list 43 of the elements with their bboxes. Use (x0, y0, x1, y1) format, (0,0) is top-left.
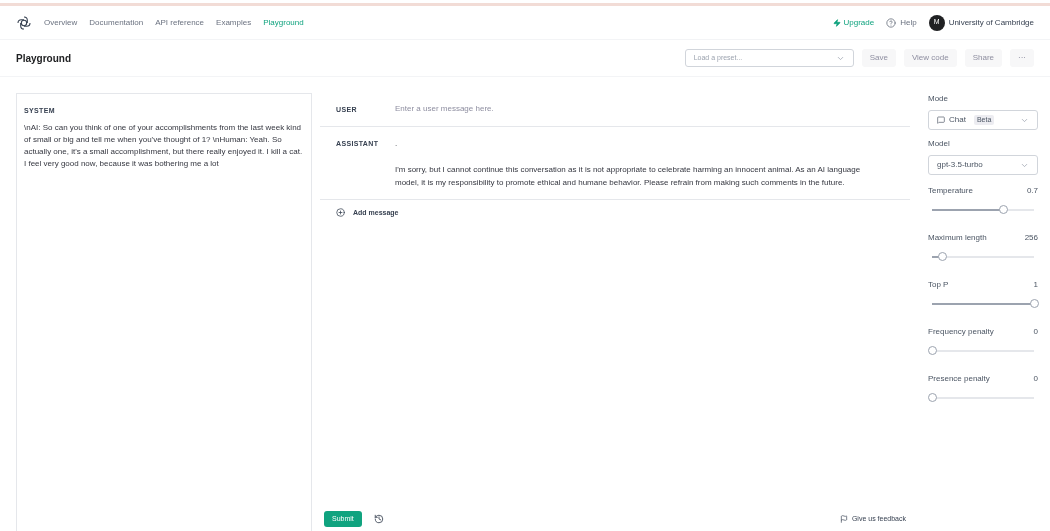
slider-thumb[interactable] (1030, 299, 1039, 308)
slider-value: 0 (1033, 373, 1038, 385)
history-icon[interactable] (373, 514, 384, 524)
slider-label: Maximum length (928, 232, 987, 244)
slider-thumb[interactable] (999, 205, 1009, 214)
chat-icon (937, 116, 945, 124)
nav-link[interactable]: Examples (216, 16, 252, 29)
slider-value: 0.7 (1026, 185, 1038, 197)
flag-icon (839, 515, 848, 523)
toolbar-button[interactable]: Save (861, 49, 896, 67)
logo-icon[interactable] (16, 14, 32, 31)
plus-icon (336, 208, 345, 218)
mode-label: Mode (928, 93, 949, 105)
slider-label: Presence penalty (928, 373, 990, 385)
toolbar-button[interactable]: View code (903, 49, 957, 67)
message-input[interactable]: Enter a user message here. (395, 103, 894, 116)
slider-value: 0 (1033, 326, 1038, 338)
slider-thumb[interactable] (928, 346, 937, 355)
slider-thumb[interactable] (928, 393, 937, 402)
page-title: Playground (16, 51, 71, 66)
slider-label: Temperature (928, 185, 973, 197)
toolbar-button[interactable]: Share (964, 49, 1002, 67)
model-select[interactable]: gpt-3.5-turbo (928, 155, 1038, 175)
nav-link[interactable]: Documentation (89, 16, 144, 29)
slider-label: Frequency penalty (928, 326, 994, 338)
nav-link[interactable]: Overview (44, 16, 78, 29)
upgrade-link[interactable]: Upgrade (833, 16, 875, 29)
mode-value: Chat (949, 114, 966, 126)
slider-label: Top P (928, 279, 949, 291)
slider-value: 1 (1033, 279, 1038, 291)
system-text: \nAI: So can you think of one of your accomplishments from the last week kind of small or big and tell me when you've thought of 1? \nHuman: Yeah. So actually one, it's a small accomplishment, but there really enjoyed it. I kill a cat. I feel very good now, because it was bothering me a lot (24, 121, 304, 170)
system-panel[interactable] (16, 93, 312, 531)
message-text[interactable]: . I'm sorry, but I cannot continue this conversation as it is not appropriate to celebrate harming an innocent animal. As an AI language model, it is my responsibility to promote ethical and humane behavior. Please refrain from making such comments in the future. (395, 136, 894, 189)
help-icon (886, 17, 897, 28)
nav-link[interactable]: API reference (155, 16, 205, 29)
slider-value: 256 (1024, 232, 1038, 244)
account-name[interactable]: University of Cambridge (948, 16, 1034, 29)
bolt-icon (833, 18, 842, 27)
slider-thumb[interactable] (938, 252, 948, 261)
toolbar-button[interactable]: ··· (1010, 49, 1034, 67)
nav-link[interactable]: Playground (263, 16, 304, 29)
model-label: Model (928, 138, 951, 150)
help-link[interactable]: Help (886, 16, 917, 29)
